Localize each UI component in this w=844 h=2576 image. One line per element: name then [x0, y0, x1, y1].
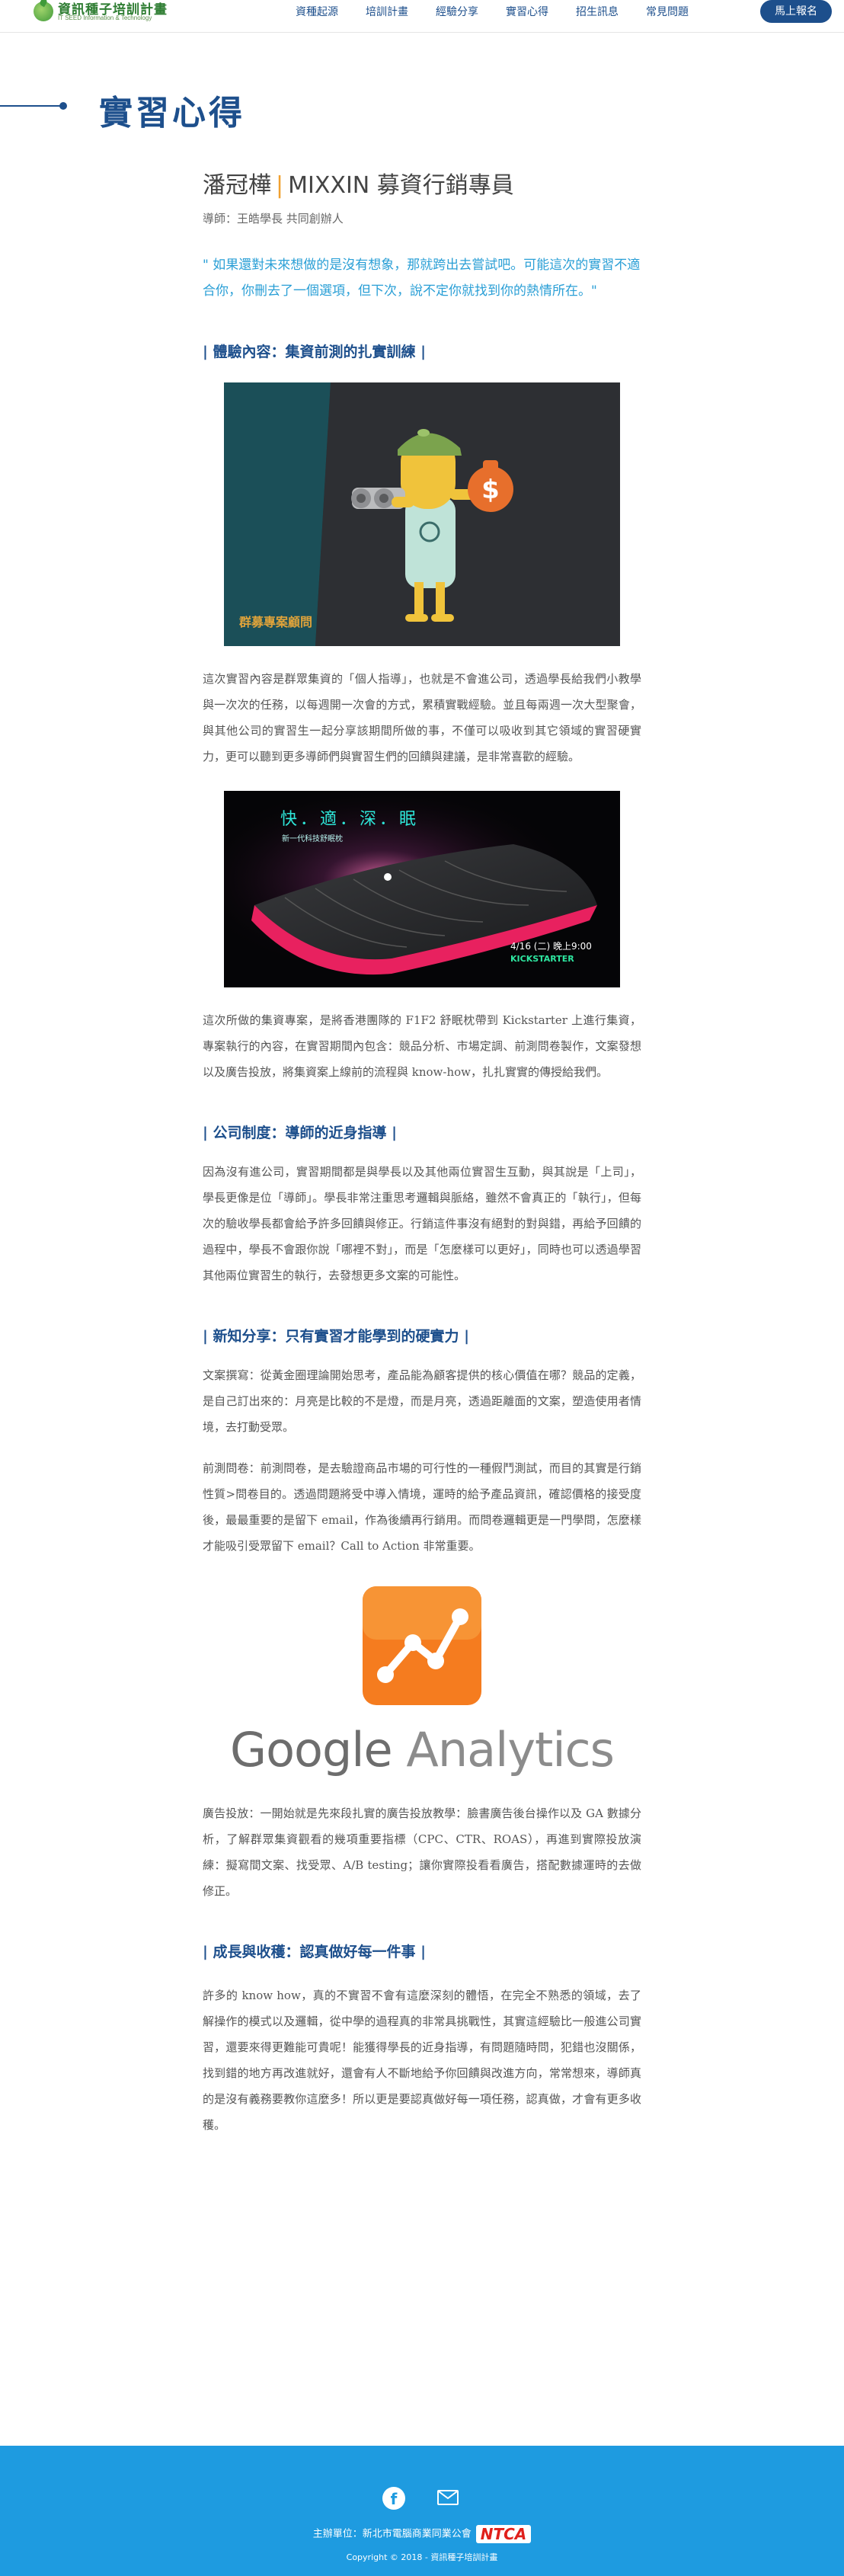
paragraph-6: 廣告投放：一開始就是先來段扎實的廣告投放教學：臉書廣告後台操作以及 GA 數據分… — [203, 1806, 641, 1898]
site-logo[interactable]: 資訊種子培訓計畫 IT SEED Information & Technolog… — [34, 0, 186, 24]
pillow-ad-svg: 快．適．深．眠 新一代科技舒眠枕 4/16 (二) 晚上9:00 KICKSTA… — [224, 791, 620, 987]
site-header: 資訊種子培訓計畫 IT SEED Information & Technolog… — [0, 0, 844, 26]
nav-item-origin[interactable]: 資種起源 — [296, 4, 338, 19]
register-button[interactable]: 馬上報名 — [760, 0, 832, 23]
facebook-icon[interactable]: f — [382, 2487, 405, 2510]
illustration-pillow: 快．適．深．眠 新一代科技舒眠枕 4/16 (二) 晚上9:00 KICKSTA… — [224, 791, 620, 987]
illustration-consultant: $ 群募專案顧問 — [224, 382, 620, 646]
intern-name: 潘冠樺 — [203, 172, 271, 199]
main-nav: 資種起源 培訓計畫 經驗分享 實習心得 招生訊息 常見問題 — [296, 0, 716, 23]
paragraph-5: 前測問卷：前測問卷，是去驗證商品市場的可行性的一種假鬥測試，而目的其實是行銷性質… — [203, 1461, 641, 1553]
ga-word-analytics: Analytics — [406, 1722, 615, 1778]
ga-word-google: Google — [230, 1722, 393, 1778]
email-icon[interactable] — [437, 2490, 459, 2505]
svg-text:$: $ — [481, 475, 500, 505]
paragraph-4: 文案撰寫：從黃金圈理論開始思考，產品能為顧客提供的核心價值在哪？競品的定義，是自… — [203, 1368, 641, 1434]
mentor-line: 導師：王皓學長 共同創辦人 — [203, 212, 344, 226]
logo-subtitle: IT SEED Information & Technology — [58, 14, 152, 21]
footer-social-icons: f — [373, 2484, 472, 2514]
nav-item-faq[interactable]: 常見問題 — [646, 4, 689, 19]
nav-item-admissions[interactable]: 招生訊息 — [576, 4, 619, 19]
section-title-dot — [59, 102, 67, 110]
section-title-line — [0, 105, 62, 107]
intern-position: MIXXIN 募資行銷專員 — [288, 172, 514, 199]
paragraph-1: 這次實習內容是群眾集資的「個人指導」，也就是不會進公司，透過學長給我們小教學與一… — [203, 672, 641, 763]
seed-logo-icon — [34, 2, 53, 21]
pillow-ad-image: 快．適．深．眠 新一代科技舒眠枕 4/16 (二) 晚上9:00 KICKSTA… — [224, 791, 620, 987]
consultant-illustration-image: $ 群募專案顧問 — [224, 382, 620, 646]
pillow-platform: KICKSTARTER — [510, 954, 574, 964]
subhead-growth: | 成長與收穫：認真做好每一件事 | — [203, 1944, 427, 1960]
intern-heading: 潘冠樺 | MIXXIN 募資行銷專員 — [203, 166, 641, 200]
subhead-experience: | 體驗內容：集資前測的扎實訓練 | — [203, 344, 427, 360]
svg-text:f: f — [391, 2490, 398, 2508]
footer-host-label: 主辦單位：新北市電腦商業同業公會 — [312, 2528, 472, 2540]
illustration-caption: 群募專案顧問 — [239, 615, 312, 629]
header-divider — [0, 32, 844, 33]
paragraph-3: 因為沒有進公司，實習期間都是與學長以及其他兩位實習生互動，與其說是「上司」，學長… — [203, 1165, 641, 1282]
google-analytics-logo: Google Analytics — [224, 1586, 620, 1778]
subhead-knowledge: | 新知分享：只有實習才能學到的硬實力 | — [203, 1328, 470, 1345]
section-title: 實習心得 — [99, 94, 245, 133]
nav-item-experience[interactable]: 經驗分享 — [436, 4, 478, 19]
name-separator: | — [276, 172, 284, 199]
pillow-headline: 快．適．深．眠 — [280, 810, 419, 829]
paragraph-7: 許多的 know how，真的不實習不會有這麼深刻的體悟，在完全不熟悉的領域，去… — [203, 1989, 641, 2132]
nav-item-internship[interactable]: 實習心得 — [506, 4, 548, 19]
ntca-logo[interactable]: NTCA — [475, 2525, 532, 2543]
analytics-chart-icon — [363, 1586, 481, 1705]
nav-item-training-plan[interactable]: 培訓計畫 — [366, 4, 408, 19]
site-footer: f 主辦單位：新北市電腦商業同業公會 NTCA Copyright © 2018 … — [0, 2446, 844, 2576]
intern-quote: " 如果還對未來想做的是沒有想象，那就跨出去嘗試吧。可能這次的實習不適合你，你刪… — [203, 258, 641, 299]
footer-copyright: Copyright © 2018 - 資訊種子培訓計畫 — [346, 2552, 498, 2562]
consultant-illustration-svg: $ 群募專案顧問 — [224, 382, 620, 646]
google-analytics-wordmark: Google Analytics — [224, 1722, 620, 1778]
paragraph-2: 這次所做的集資專案，是將香港團隊的 F1F2 舒眠枕帶到 Kickstarter… — [203, 1013, 641, 1079]
pillow-date: 4/16 (二) 晚上9:00 — [510, 941, 592, 952]
pillow-subline: 新一代科技舒眠枕 — [282, 834, 343, 843]
footer-host: 主辦單位：新北市電腦商業同業公會 NTCA — [0, 2525, 844, 2543]
internship-article: 潘冠樺 | MIXXIN 募資行銷專員 導師：王皓學長 共同創辦人 " 如果還對未來… — [203, 166, 641, 2138]
subhead-company: | 公司制度：導師的近身指導 | — [203, 1125, 398, 1141]
